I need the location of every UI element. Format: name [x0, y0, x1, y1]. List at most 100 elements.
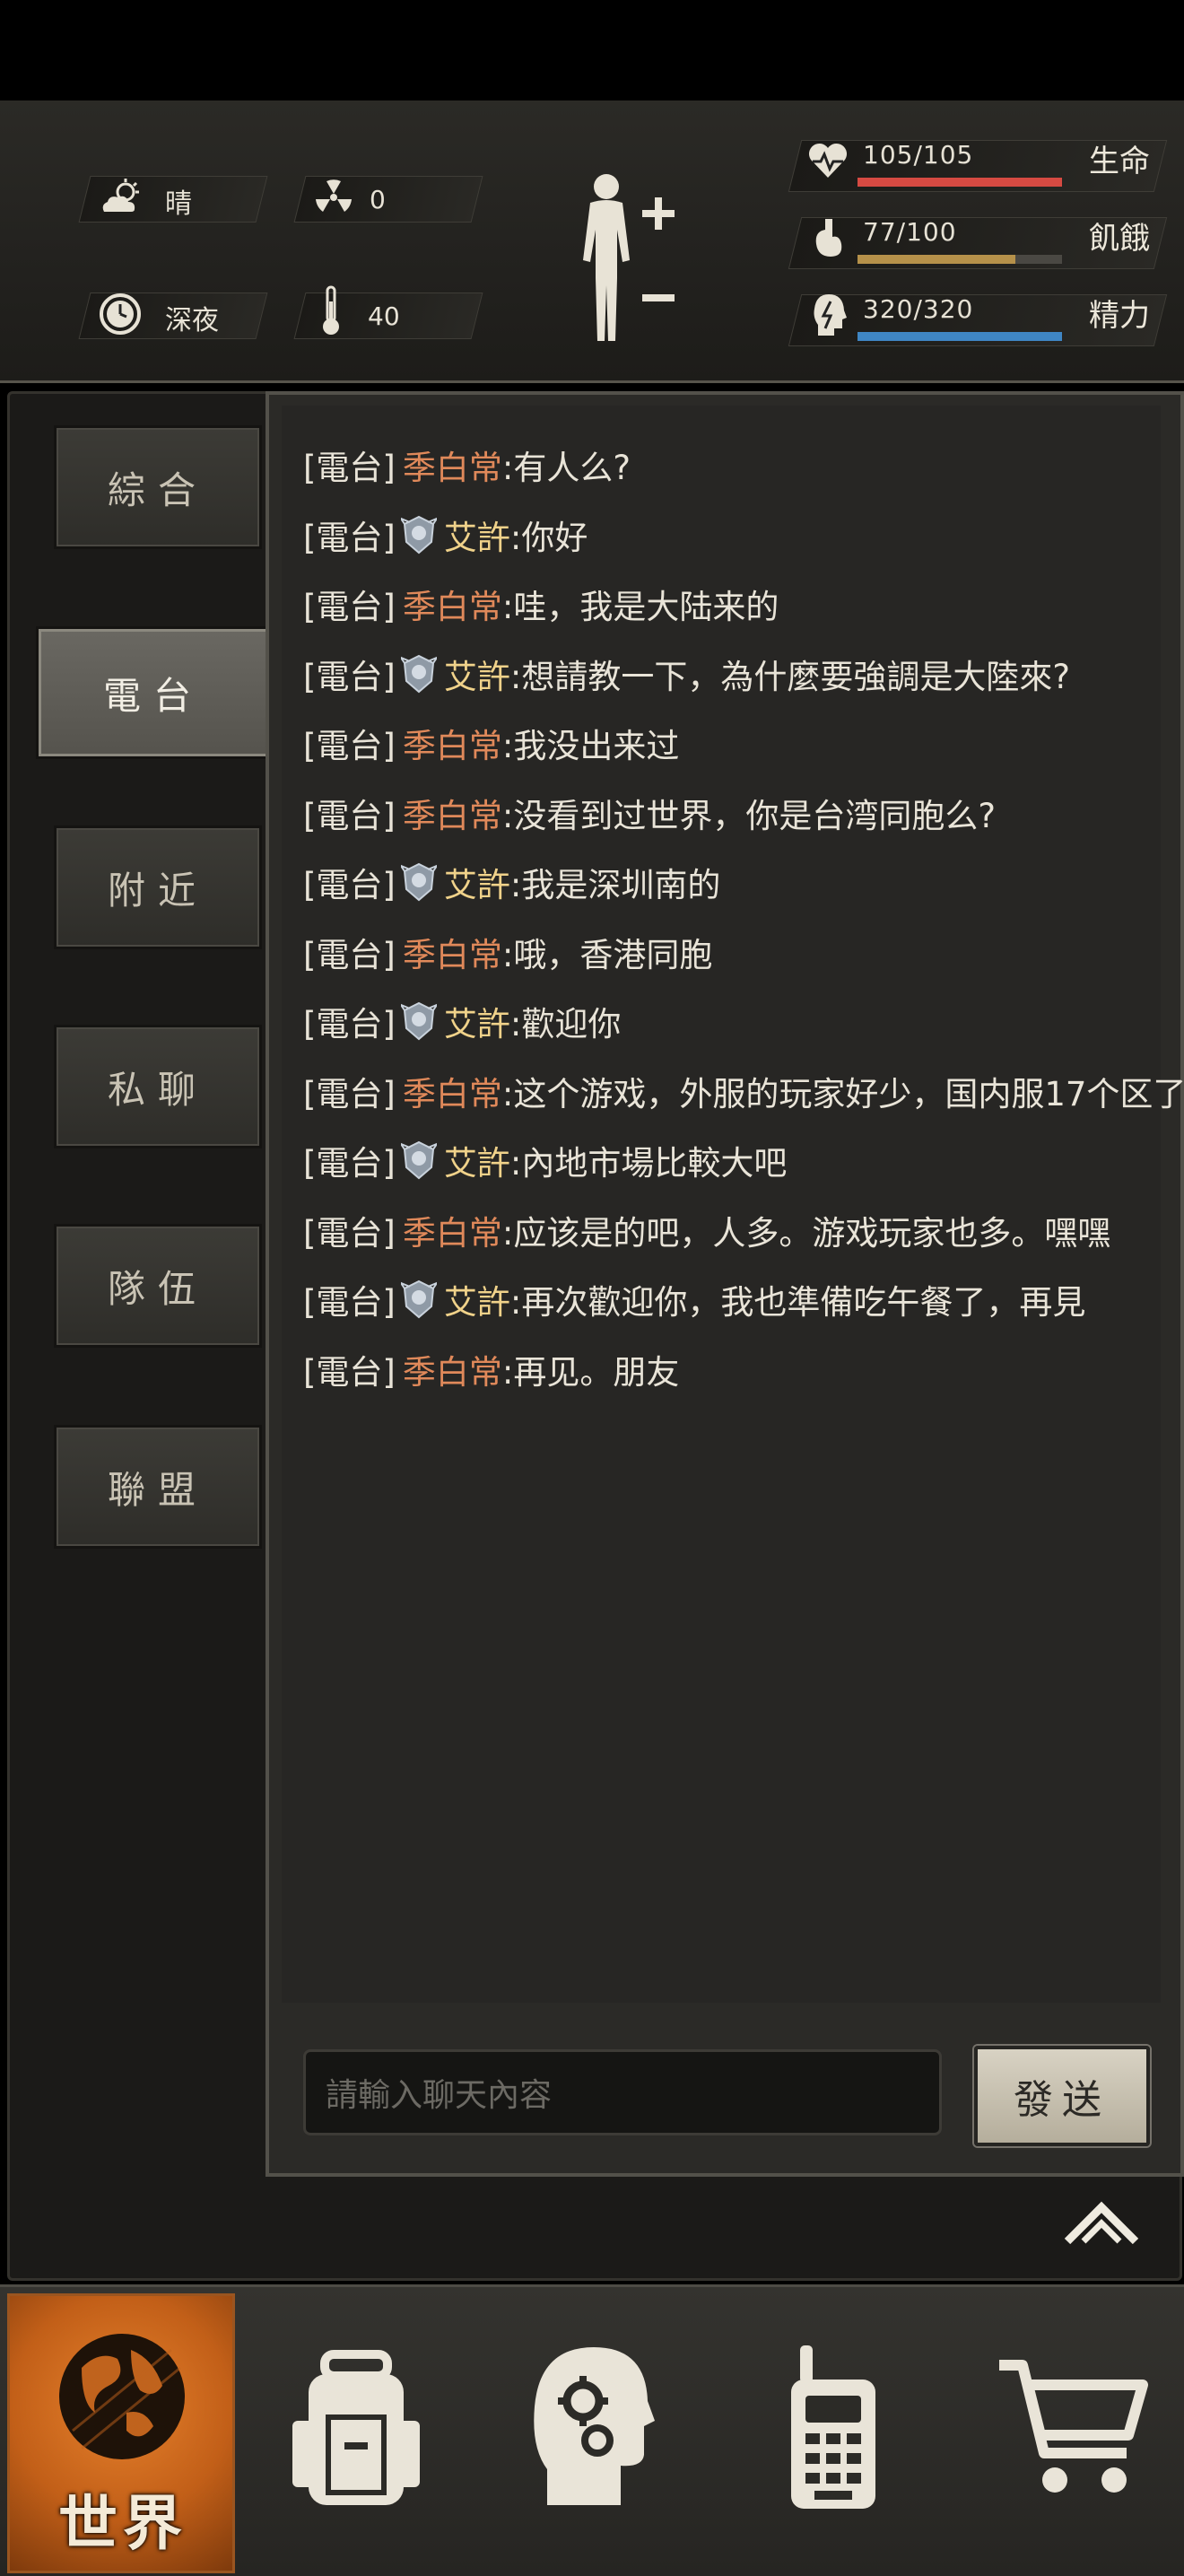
nav-shop[interactable]: [996, 2353, 1148, 2503]
chat-input-placeholder: 請輸入聊天內容: [326, 2077, 553, 2114]
player-name[interactable]: 艾許: [444, 866, 510, 904]
thermometer-icon: [319, 285, 343, 344]
tab-private[interactable]: 私聊: [54, 1025, 262, 1148]
player-name[interactable]: 季白常: [403, 449, 502, 487]
channel-tag: [電台]: [303, 588, 396, 626]
minus-icon: [642, 294, 675, 301]
collapse-chevron-icon[interactable]: [1057, 2189, 1146, 2252]
chat-message[interactable]: [電台] 季白常:再见。朋友: [303, 1346, 679, 1400]
temperature-value: 40: [368, 301, 400, 331]
message-text: :这个游戏，外服的玩家好少，国内服17个区了: [501, 1075, 1184, 1113]
weather-sun-cloud-icon: [99, 178, 144, 223]
message-text: :应该是的吧，人多。游戏玩家也多。嘿嘿: [501, 1214, 1111, 1253]
channel-tag: [電台]: [303, 797, 396, 835]
chat-message[interactable]: [電台] 艾許:內地市場比較大吧: [303, 1137, 787, 1191]
energy-bar-fill: [858, 332, 1062, 341]
send-button[interactable]: 發送: [974, 2046, 1150, 2146]
nav-world-label: 世界: [58, 2489, 187, 2558]
channel-tag: [電台]: [303, 1353, 396, 1392]
channel-tag: [電台]: [303, 1283, 396, 1322]
player-badge-icon: [398, 1140, 440, 1180]
tab-radio[interactable]: 電台: [36, 626, 271, 759]
health-bar-fill: [858, 178, 1062, 187]
message-text: :歡迎你: [509, 1005, 622, 1043]
message-text: :没看到过世界，你是台湾同胞么?: [501, 797, 996, 835]
stomach-icon: [811, 217, 847, 264]
backpack-icon: [292, 2350, 420, 2505]
nav-radio[interactable]: [784, 2344, 883, 2514]
heart-icon: [807, 142, 849, 183]
hunger-bar-fill: [858, 255, 1015, 264]
clock-icon: [99, 293, 142, 342]
player-name[interactable]: 季白常: [403, 588, 502, 626]
player-name[interactable]: 季白常: [403, 1353, 502, 1392]
message-text: :有人么?: [501, 449, 631, 487]
weather-value: 晴: [165, 188, 192, 220]
channel-tag: [電台]: [303, 519, 396, 557]
message-text: :我没出来过: [501, 727, 680, 765]
channel-tag: [電台]: [303, 1214, 396, 1253]
nav-backpack[interactable]: [289, 2349, 423, 2514]
player-name[interactable]: 季白常: [403, 1075, 502, 1113]
walkie-talkie-icon: [791, 2345, 875, 2509]
message-text: :想請教一下，為什麼要強調是大陸來?: [509, 658, 1070, 696]
channel-tag: [電台]: [303, 658, 396, 696]
channel-tag: [電台]: [303, 1075, 396, 1113]
player-badge-icon: [398, 1001, 440, 1041]
tab-nearby[interactable]: 附近: [54, 825, 262, 949]
chat-message[interactable]: [電台] 艾許:你好: [303, 511, 588, 565]
message-text: :內地市場比較大吧: [509, 1144, 788, 1183]
chat-message[interactable]: [電台] 季白常:哦，香港同胞: [303, 929, 712, 982]
message-text: :哇，我是大陆来的: [501, 588, 779, 626]
channel-tag: [電台]: [303, 866, 396, 904]
channel-tag: [電台]: [303, 1144, 396, 1183]
nav-skills[interactable]: [531, 2344, 657, 2512]
chat-message[interactable]: [電台] 季白常:有人么?: [303, 441, 631, 495]
message-text: :我是深圳南的: [509, 866, 721, 904]
player-name[interactable]: 艾許: [444, 1144, 510, 1183]
message-text: :哦，香港同胞: [501, 936, 713, 974]
channel-tag: [電台]: [303, 727, 396, 765]
time-of-day-value: 深夜: [165, 305, 219, 336]
energy-head-icon: [811, 293, 847, 341]
nav-world[interactable]: 世界: [7, 2293, 235, 2573]
player-name[interactable]: 艾許: [444, 658, 510, 696]
player-name[interactable]: 艾許: [444, 1005, 510, 1043]
player-badge-icon: [398, 654, 440, 694]
shopping-cart-icon: [999, 2360, 1148, 2493]
channel-tag: [電台]: [303, 1005, 396, 1043]
player-name[interactable]: 季白常: [403, 727, 502, 765]
chat-message[interactable]: [電台] 艾許:想請教一下，為什麼要強調是大陸來?: [303, 651, 1070, 704]
message-text: :你好: [509, 519, 588, 557]
player-name[interactable]: 季白常: [403, 1214, 502, 1253]
chat-input[interactable]: 請輸入聊天內容: [303, 2049, 942, 2135]
channel-tag: [電台]: [303, 936, 396, 974]
chat-message[interactable]: [電台] 艾許:再次歡迎你，我也準備吃午餐了，再見: [303, 1276, 1085, 1330]
radiation-icon: [314, 178, 353, 223]
chat-message[interactable]: [電台] 艾許:歡迎你: [303, 998, 621, 1052]
body-status-figure[interactable]: [570, 170, 682, 354]
chat-message[interactable]: [電台] 季白常:哇，我是大陆来的: [303, 581, 779, 634]
player-name[interactable]: 季白常: [403, 936, 502, 974]
chat-message[interactable]: [電台] 季白常:我没出来过: [303, 720, 679, 773]
player-name[interactable]: 艾許: [444, 1283, 510, 1322]
chat-message[interactable]: [電台] 季白常:没看到过世界，你是台湾同胞么?: [303, 790, 996, 843]
player-badge-icon: [398, 515, 440, 554]
chat-message[interactable]: [電台] 艾許:我是深圳南的: [303, 859, 720, 913]
message-text: :再见。朋友: [501, 1353, 680, 1392]
tab-alliance[interactable]: 聯盟: [54, 1425, 262, 1549]
tab-team[interactable]: 隊伍: [54, 1224, 262, 1348]
chat-message[interactable]: [電台] 季白常:应该是的吧，人多。游戏玩家也多。嘿嘿: [303, 1207, 1110, 1261]
message-text: :再次歡迎你，我也準備吃午餐了，再見: [509, 1283, 1086, 1322]
player-badge-icon: [398, 862, 440, 902]
globe-icon: [59, 2334, 185, 2459]
player-name[interactable]: 艾許: [444, 519, 510, 557]
tab-general[interactable]: 綜合: [54, 425, 262, 549]
head-gears-icon: [534, 2347, 655, 2505]
channel-tag: [電台]: [303, 449, 396, 487]
chat-message[interactable]: [電台] 季白常:这个游戏，外服的玩家好少，国内服17个区了: [303, 1068, 1184, 1122]
radiation-value: 0: [370, 185, 386, 214]
player-name[interactable]: 季白常: [403, 797, 502, 835]
message-list[interactable]: [282, 406, 1161, 2003]
player-badge-icon: [398, 1279, 440, 1319]
